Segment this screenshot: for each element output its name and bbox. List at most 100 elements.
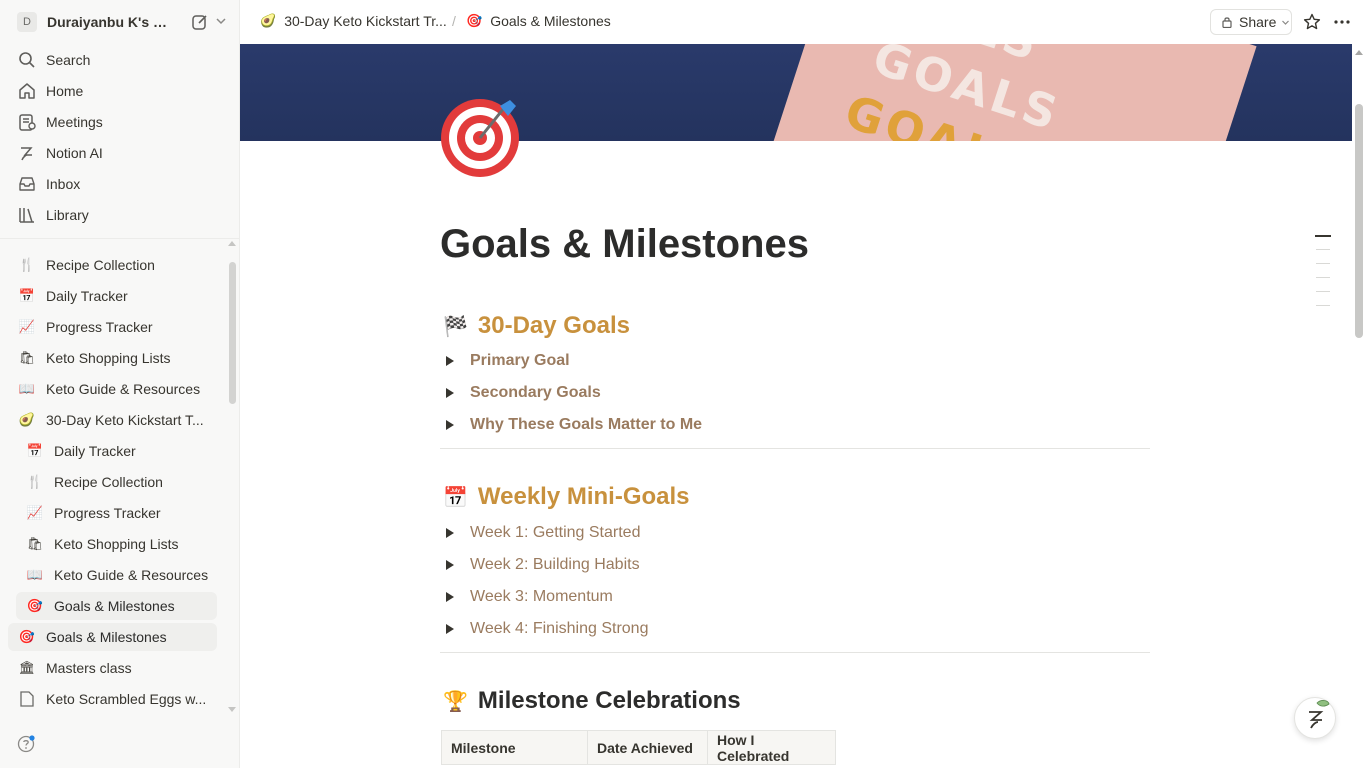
sidebar-subitem-recipe-collection[interactable]: 🍴 Recipe Collection xyxy=(16,468,217,496)
toggle-week-4[interactable]: Week 4: Finishing Strong xyxy=(446,620,648,638)
toggle-primary-goal[interactable]: Primary Goal xyxy=(446,352,570,370)
divider xyxy=(440,448,1150,449)
nav-meetings-label: Meetings xyxy=(46,114,103,130)
sidebar-item-label: Goals & Milestones xyxy=(46,629,167,645)
sidebar-item-label: 30-Day Keto Kickstart T... xyxy=(46,412,204,428)
toc-marker[interactable] xyxy=(1316,291,1330,292)
target-icon: 🎯 xyxy=(26,598,44,613)
sidebar-item-label: Goals & Milestones xyxy=(54,598,175,614)
sidebar-item-label: Daily Tracker xyxy=(46,288,128,304)
nav-library-label: Library xyxy=(46,207,89,223)
toggle-arrow-icon[interactable] xyxy=(446,560,454,570)
toggle-label: Week 1: Getting Started xyxy=(470,524,641,541)
toggle-secondary-goals[interactable]: Secondary Goals xyxy=(446,384,601,402)
toggle-week-3[interactable]: Week 3: Momentum xyxy=(446,588,613,606)
toggle-week-1[interactable]: Week 1: Getting Started xyxy=(446,524,640,542)
cover-card: GOALS GOALS GOALS xyxy=(773,44,1257,141)
column-header-date-achieved[interactable]: Date Achieved xyxy=(587,730,708,765)
toc-marker[interactable] xyxy=(1316,277,1330,278)
chart-up-icon: 📈 xyxy=(18,319,36,334)
toc-marker[interactable] xyxy=(1316,263,1330,264)
sidebar-item-daily-tracker[interactable]: 📅 Daily Tracker xyxy=(8,282,217,310)
sidebar-item-goals-milestones[interactable]: 🎯 Goals & Milestones xyxy=(8,623,217,651)
page-scrollbar[interactable] xyxy=(1355,104,1363,338)
nav-inbox[interactable]: Inbox xyxy=(8,170,232,198)
nav-home[interactable]: Home xyxy=(8,77,232,105)
sidebar-scrollbar[interactable] xyxy=(229,262,236,404)
divider xyxy=(440,652,1150,653)
heading-30-day-goals[interactable]: 🏁 30-Day Goals xyxy=(443,312,630,340)
sidebar-item-keto-guide[interactable]: 📖 Keto Guide & Resources xyxy=(8,375,217,403)
sidebar-item-keto-shopping-lists[interactable]: 🛍 Keto Shopping Lists xyxy=(8,344,217,372)
toggle-label: Week 2: Building Habits xyxy=(470,556,640,573)
toggle-arrow-icon[interactable] xyxy=(446,356,454,366)
table-header-row: Milestone Date Achieved How I Celebrated xyxy=(441,730,836,765)
toc-marker[interactable] xyxy=(1316,305,1330,306)
sidebar-subitem-keto-shopping-lists[interactable]: 🛍 Keto Shopping Lists xyxy=(16,530,217,558)
sidebar-item-label: Keto Scrambled Eggs w... xyxy=(46,691,207,707)
sidebar-subitem-keto-guide[interactable]: 📖 Keto Guide & Resources xyxy=(16,561,217,589)
toggle-label: Week 3: Momentum xyxy=(470,588,613,605)
more-options-icon[interactable] xyxy=(1332,12,1352,32)
document-icon xyxy=(20,691,34,707)
sidebar-scroll-down-icon[interactable] xyxy=(228,707,236,712)
toc-marker[interactable] xyxy=(1315,235,1331,237)
fork-knife-icon: 🍴 xyxy=(26,474,44,489)
nav-meetings[interactable]: Meetings xyxy=(8,108,232,136)
sidebar-item-label: Recipe Collection xyxy=(46,257,155,273)
new-page-icon[interactable] xyxy=(190,12,210,32)
toggle-arrow-icon[interactable] xyxy=(446,388,454,398)
sidebar-item-progress-tracker[interactable]: 📈 Progress Tracker xyxy=(8,313,217,341)
heading-weekly-mini-goals[interactable]: 📅 Weekly Mini-Goals xyxy=(443,483,690,511)
help-icon[interactable] xyxy=(17,735,35,753)
star-icon[interactable] xyxy=(1302,12,1322,32)
page-title[interactable]: Goals & Milestones xyxy=(440,222,809,267)
sidebar-item-recipe-collection[interactable]: 🍴 Recipe Collection xyxy=(8,251,217,279)
notion-ai-assistant-button[interactable] xyxy=(1294,697,1336,739)
workspace-switcher[interactable]: D Duraiyanbu K's N... xyxy=(8,8,232,36)
sidebar-item-keto-kickstart[interactable]: 🥑 30-Day Keto Kickstart T... xyxy=(8,406,217,434)
nav-notion-ai[interactable]: Notion AI xyxy=(8,139,232,167)
sidebar-subitem-daily-tracker[interactable]: 📅 Daily Tracker xyxy=(16,437,217,465)
sidebar-divider xyxy=(0,238,239,239)
breadcrumb-goals[interactable]: 🎯 Goals & Milestones xyxy=(466,13,611,29)
sidebar-item-label: Daily Tracker xyxy=(54,443,136,459)
toggle-arrow-icon[interactable] xyxy=(446,420,454,430)
toggle-why-goals-matter[interactable]: Why These Goals Matter to Me xyxy=(446,416,702,434)
sidebar-item-label: Keto Shopping Lists xyxy=(54,536,179,552)
sidebar-subitem-progress-tracker[interactable]: 📈 Progress Tracker xyxy=(16,499,217,527)
column-header-milestone[interactable]: Milestone xyxy=(441,730,588,765)
heading-milestone-celebrations[interactable]: 🏆 Milestone Celebrations xyxy=(443,687,741,715)
home-icon xyxy=(19,83,35,99)
sidebar-subitem-goals-milestones[interactable]: 🎯 Goals & Milestones xyxy=(16,592,217,620)
avocado-icon: 🥑 xyxy=(18,412,36,427)
chart-up-icon: 📈 xyxy=(26,505,44,520)
toggle-arrow-icon[interactable] xyxy=(446,624,454,634)
calendar-icon: 📅 xyxy=(18,288,36,303)
milestones-table[interactable]: Milestone Date Achieved How I Celebrated xyxy=(441,730,836,765)
toggle-arrow-icon[interactable] xyxy=(446,592,454,602)
breadcrumb-kickstart[interactable]: 🥑 30-Day Keto Kickstart Tr... xyxy=(260,13,447,29)
page-icon xyxy=(17,691,37,707)
sidebar-scroll-up-icon[interactable] xyxy=(228,241,236,246)
column-header-how-celebrated[interactable]: How I Celebrated xyxy=(707,730,836,765)
avocado-icon: 🥑 xyxy=(260,13,277,28)
page-icon-target[interactable] xyxy=(440,96,522,178)
sidebar-item-masters-class[interactable]: 🏛 Masters class xyxy=(8,654,217,682)
nav-search-label: Search xyxy=(46,52,91,68)
target-icon: 🎯 xyxy=(18,629,36,644)
scroll-up-icon[interactable] xyxy=(1355,50,1363,55)
heading-text: 30-Day Goals xyxy=(477,312,630,339)
nav-library[interactable]: Library xyxy=(8,201,232,229)
share-label: Share xyxy=(1239,14,1277,30)
chevron-down-icon[interactable] xyxy=(214,14,228,28)
shopping-bags-icon: 🛍 xyxy=(26,536,44,551)
toggle-label: Why These Goals Matter to Me xyxy=(470,416,703,433)
nav-search[interactable]: Search xyxy=(8,46,232,74)
sidebar-item-keto-scrambled-eggs[interactable]: Keto Scrambled Eggs w... xyxy=(8,685,217,713)
toc-marker[interactable] xyxy=(1316,249,1330,250)
toggle-arrow-icon[interactable] xyxy=(446,528,454,538)
toggle-week-2[interactable]: Week 2: Building Habits xyxy=(446,556,640,574)
share-button[interactable]: Share xyxy=(1210,9,1292,35)
page-cover-image[interactable]: GOALS GOALS GOALS xyxy=(240,44,1352,141)
